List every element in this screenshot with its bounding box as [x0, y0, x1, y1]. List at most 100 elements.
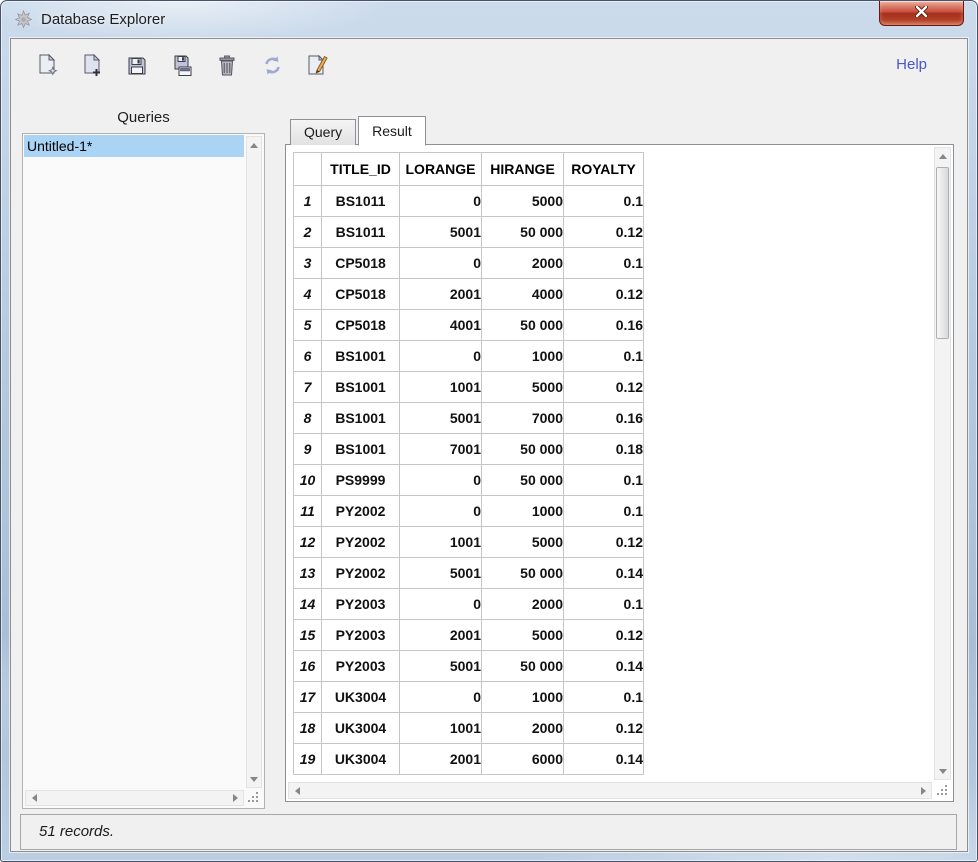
table-row[interactable]: 16PY2003500150 0000.14 [294, 651, 644, 682]
column-header-royalty[interactable]: ROYALTY [564, 153, 644, 186]
data-cell[interactable]: BS1001 [322, 434, 400, 465]
data-cell[interactable]: 0.1 [564, 341, 644, 372]
scroll-left-button[interactable] [26, 791, 42, 805]
table-row[interactable]: 14PY2003020000.1 [294, 589, 644, 620]
data-cell[interactable]: 0.16 [564, 403, 644, 434]
delete-button[interactable] [213, 52, 241, 82]
data-cell[interactable]: 1001 [400, 527, 482, 558]
table-row[interactable]: 18UK3004100120000.12 [294, 713, 644, 744]
data-cell[interactable]: 0.14 [564, 651, 644, 682]
table-row[interactable]: 13PY2002500150 0000.14 [294, 558, 644, 589]
table-row[interactable]: 17UK3004010000.1 [294, 682, 644, 713]
data-cell[interactable]: 0.1 [564, 682, 644, 713]
new-query-button[interactable] [33, 52, 61, 82]
data-cell[interactable]: 0.1 [564, 496, 644, 527]
data-cell[interactable]: 0.1 [564, 186, 644, 217]
table-row[interactable]: 3CP5018020000.1 [294, 248, 644, 279]
edit-query-button[interactable] [303, 52, 331, 82]
data-cell[interactable]: 5001 [400, 217, 482, 248]
data-cell[interactable]: 2001 [400, 279, 482, 310]
data-cell[interactable]: 0.1 [564, 248, 644, 279]
data-cell[interactable]: 0 [400, 186, 482, 217]
help-link[interactable]: Help [896, 56, 927, 73]
data-cell[interactable]: 1000 [482, 341, 564, 372]
data-cell[interactable]: 0 [400, 248, 482, 279]
table-row[interactable]: 8BS1001500170000.16 [294, 403, 644, 434]
table-row[interactable]: 12PY2002100150000.12 [294, 527, 644, 558]
data-cell[interactable]: 2000 [482, 248, 564, 279]
data-cell[interactable]: 50 000 [482, 558, 564, 589]
scroll-thumb[interactable] [936, 167, 949, 339]
data-cell[interactable]: 4000 [482, 279, 564, 310]
data-cell[interactable]: 5000 [482, 186, 564, 217]
queries-horizontal-scrollbar[interactable] [25, 790, 244, 806]
data-cell[interactable]: 1001 [400, 713, 482, 744]
data-cell[interactable]: 50 000 [482, 434, 564, 465]
data-cell[interactable]: 5000 [482, 620, 564, 651]
table-row[interactable]: 4CP5018200140000.12 [294, 279, 644, 310]
table-row[interactable]: 2BS1011500150 0000.12 [294, 217, 644, 248]
data-cell[interactable]: 50 000 [482, 310, 564, 341]
data-cell[interactable]: 1000 [482, 496, 564, 527]
table-horizontal-scrollbar[interactable] [288, 782, 932, 799]
data-cell[interactable]: 5000 [482, 372, 564, 403]
scroll-down-button[interactable] [247, 771, 261, 787]
data-cell[interactable]: PS9999 [322, 465, 400, 496]
data-cell[interactable]: 2001 [400, 620, 482, 651]
data-cell[interactable]: 0 [400, 496, 482, 527]
data-cell[interactable]: 4001 [400, 310, 482, 341]
table-row[interactable]: 10PS9999050 0000.1 [294, 465, 644, 496]
tab-query[interactable]: Query [290, 119, 356, 145]
scroll-down-button[interactable] [935, 763, 950, 779]
data-cell[interactable]: 0.14 [564, 558, 644, 589]
refresh-button[interactable] [258, 52, 286, 82]
data-cell[interactable]: 0 [400, 341, 482, 372]
scroll-left-button[interactable] [289, 783, 305, 798]
column-header-lorange[interactable]: LORANGE [400, 153, 482, 186]
data-cell[interactable]: UK3004 [322, 713, 400, 744]
data-cell[interactable]: 7000 [482, 403, 564, 434]
data-cell[interactable]: 1001 [400, 372, 482, 403]
data-cell[interactable]: 2000 [482, 713, 564, 744]
data-cell[interactable]: PY2003 [322, 651, 400, 682]
data-cell[interactable]: BS1001 [322, 341, 400, 372]
data-cell[interactable]: 5000 [482, 527, 564, 558]
data-cell[interactable]: PY2002 [322, 558, 400, 589]
data-cell[interactable]: 50 000 [482, 651, 564, 682]
data-cell[interactable]: 5001 [400, 558, 482, 589]
data-cell[interactable]: 0.12 [564, 620, 644, 651]
scroll-right-button[interactable] [227, 791, 243, 805]
data-cell[interactable]: 2001 [400, 744, 482, 775]
data-cell[interactable]: 0.12 [564, 372, 644, 403]
data-cell[interactable]: PY2003 [322, 620, 400, 651]
table-vertical-scrollbar[interactable] [934, 147, 951, 780]
column-header-hirange[interactable]: HIRANGE [482, 153, 564, 186]
save-as-button[interactable] [168, 52, 196, 82]
data-cell[interactable]: 0.12 [564, 279, 644, 310]
table-row[interactable]: 9BS1001700150 0000.18 [294, 434, 644, 465]
data-cell[interactable]: BS1001 [322, 403, 400, 434]
data-cell[interactable]: PY2002 [322, 496, 400, 527]
data-cell[interactable]: 50 000 [482, 465, 564, 496]
table-row[interactable]: 19UK3004200160000.14 [294, 744, 644, 775]
data-cell[interactable]: 6000 [482, 744, 564, 775]
data-cell[interactable]: 0.1 [564, 589, 644, 620]
open-query-button[interactable] [78, 52, 106, 82]
data-cell[interactable]: 0 [400, 589, 482, 620]
data-cell[interactable]: BS1001 [322, 372, 400, 403]
data-cell[interactable]: 0.16 [564, 310, 644, 341]
resize-grip[interactable] [246, 790, 262, 806]
scroll-up-button[interactable] [935, 148, 950, 164]
data-cell[interactable]: 2000 [482, 589, 564, 620]
data-cell[interactable]: 0.18 [564, 434, 644, 465]
data-cell[interactable]: BS1011 [322, 186, 400, 217]
resize-grip[interactable] [935, 783, 951, 799]
data-cell[interactable]: UK3004 [322, 682, 400, 713]
data-cell[interactable]: 0.12 [564, 527, 644, 558]
data-cell[interactable]: BS1011 [322, 217, 400, 248]
data-cell[interactable]: UK3004 [322, 744, 400, 775]
scroll-right-button[interactable] [915, 783, 931, 798]
table-row[interactable]: 7BS1001100150000.12 [294, 372, 644, 403]
data-cell[interactable]: 7001 [400, 434, 482, 465]
table-row[interactable]: 6BS1001010000.1 [294, 341, 644, 372]
